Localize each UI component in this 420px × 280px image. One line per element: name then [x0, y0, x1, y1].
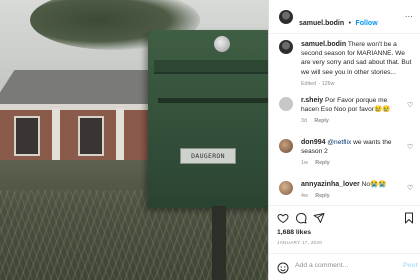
porch-pillar [52, 108, 60, 162]
comment-username[interactable]: don994 [301, 139, 326, 146]
comment-like-heart-icon[interactable]: ♡ [407, 101, 413, 109]
comment-item: r.sheiy Por Favor porque me hacen Eso No… [301, 97, 401, 125]
post-comment-button[interactable]: Post [403, 262, 418, 269]
post-photo[interactable]: DAUGERON [0, 0, 268, 280]
heart-icon[interactable] [277, 212, 289, 224]
mailbox-slot [158, 98, 268, 103]
comment-icon[interactable] [295, 212, 307, 224]
house-window [14, 116, 40, 156]
add-comment-input[interactable]: Add a comment... [295, 262, 348, 269]
comment-like-heart-icon[interactable]: ♡ [407, 184, 413, 192]
reply-button[interactable]: Reply [315, 193, 329, 199]
action-bar [269, 205, 420, 225]
caption-meta: Edited · 126w [301, 80, 335, 87]
comment-text: No😭😭 [359, 181, 387, 188]
smiley-icon[interactable] [277, 261, 289, 274]
comment-username[interactable]: annyazinha_lover [301, 181, 360, 188]
header-separator: • [348, 20, 352, 27]
header-username[interactable]: samuel.bodin [299, 20, 344, 27]
comment-age: 3d [301, 117, 307, 124]
caption-avatar[interactable] [279, 40, 293, 54]
caption-age: 126w [321, 80, 335, 87]
comment-like-heart-icon[interactable]: ♡ [407, 143, 413, 151]
comment-mention[interactable]: @netflix [327, 139, 351, 146]
follow-button[interactable]: Follow [355, 20, 377, 27]
caption-username[interactable]: samuel.bodin [301, 41, 346, 48]
comment-meta: 3d Reply [301, 117, 401, 126]
more-options-icon[interactable]: ... [405, 10, 413, 19]
share-icon[interactable] [313, 212, 325, 224]
bookmark-icon[interactable] [403, 212, 415, 224]
mailbox-nameplate: DAUGERON [180, 148, 236, 164]
comment-age: 4w [301, 192, 308, 199]
mailbox-post [212, 206, 226, 280]
comment-item: annyazinha_lover No😭😭 4w Reply [301, 181, 401, 201]
post-sidebar: samuel.bodin • Follow ... samuel.bodin T… [268, 0, 420, 280]
mailbox-lid [154, 60, 268, 74]
comment-item: don994 @netflix we wants the season 2 1w… [301, 139, 401, 167]
reply-button[interactable]: Reply [315, 160, 329, 166]
comment-meta: 4w Reply [301, 192, 401, 201]
porch-pillar [116, 108, 124, 162]
caption: samuel.bodin There won't be a second sea… [301, 40, 415, 89]
mailbox [148, 30, 268, 208]
mailbox-knob [214, 36, 230, 52]
comment-meta: 1w Reply [301, 159, 401, 168]
house-trim [0, 104, 150, 110]
house-window [78, 116, 104, 156]
house-roof [0, 70, 165, 108]
comment-avatar[interactable] [279, 97, 293, 111]
reply-button[interactable]: Reply [314, 118, 328, 124]
comment-avatar[interactable] [279, 139, 293, 153]
comment-username[interactable]: r.sheiy [301, 97, 323, 104]
comment-avatar[interactable] [279, 181, 293, 195]
caption-edited: Edited [301, 80, 317, 87]
comment-age: 1w [301, 159, 308, 166]
header-user: samuel.bodin • Follow [299, 12, 378, 30]
post-header: samuel.bodin • Follow ... [269, 0, 420, 34]
likes-count[interactable]: 1,688 likes [277, 229, 311, 236]
add-comment-bar: Add a comment... Post [269, 253, 420, 280]
avatar[interactable] [279, 10, 293, 24]
post-date: JANUARY 17, 2020 [277, 240, 323, 245]
